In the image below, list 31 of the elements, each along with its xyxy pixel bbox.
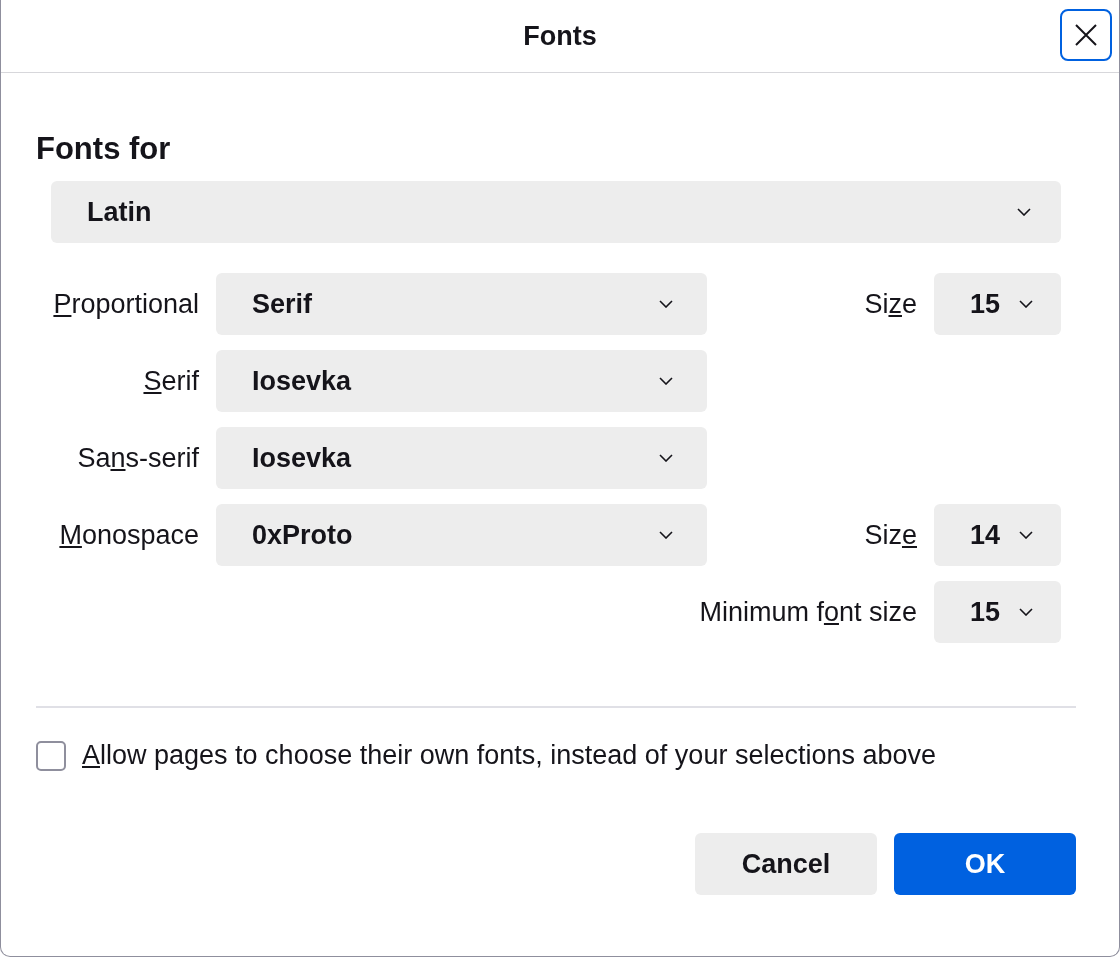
field-label: Minimum font size xyxy=(698,596,917,628)
close-icon xyxy=(1074,23,1098,47)
size-dropdown[interactable]: 14 xyxy=(934,504,1061,566)
caret-icon xyxy=(1019,608,1033,616)
window-title: Fonts xyxy=(523,20,597,52)
caret-icon xyxy=(1019,531,1033,539)
caret-icon xyxy=(1017,208,1031,216)
font-dropdown[interactable]: Iosevka xyxy=(216,427,707,489)
cancel-button[interactable]: Cancel xyxy=(695,833,877,895)
field-label: Size xyxy=(863,288,917,320)
size-dropdown[interactable]: 15 xyxy=(934,581,1061,643)
caret-icon xyxy=(659,454,673,462)
caret-icon xyxy=(659,300,673,308)
section-heading: Fonts for xyxy=(36,131,172,167)
field-label: Size xyxy=(863,519,917,551)
font-dropdown[interactable]: 0xProto xyxy=(216,504,707,566)
field-label: Proportional xyxy=(52,288,199,320)
checkbox[interactable] xyxy=(36,740,66,771)
font-dropdown[interactable]: Iosevka xyxy=(216,350,707,412)
field-label: Serif xyxy=(142,365,199,397)
field-label: Monospace xyxy=(58,519,199,551)
size-dropdown[interactable]: 15 xyxy=(934,273,1061,335)
checkbox-label[interactable]: Allow pages to choose their own fonts, instead of your selections above xyxy=(82,740,936,771)
field-label: Sans-serif xyxy=(76,442,199,474)
ok-button[interactable]: OK xyxy=(894,833,1076,895)
close-button[interactable] xyxy=(1060,9,1112,61)
language-dropdown[interactable]: Latin xyxy=(51,181,1061,243)
caret-icon xyxy=(659,377,673,385)
font-dropdown[interactable]: Serif xyxy=(216,273,707,335)
caret-icon xyxy=(1019,300,1033,308)
caret-icon xyxy=(659,531,673,539)
